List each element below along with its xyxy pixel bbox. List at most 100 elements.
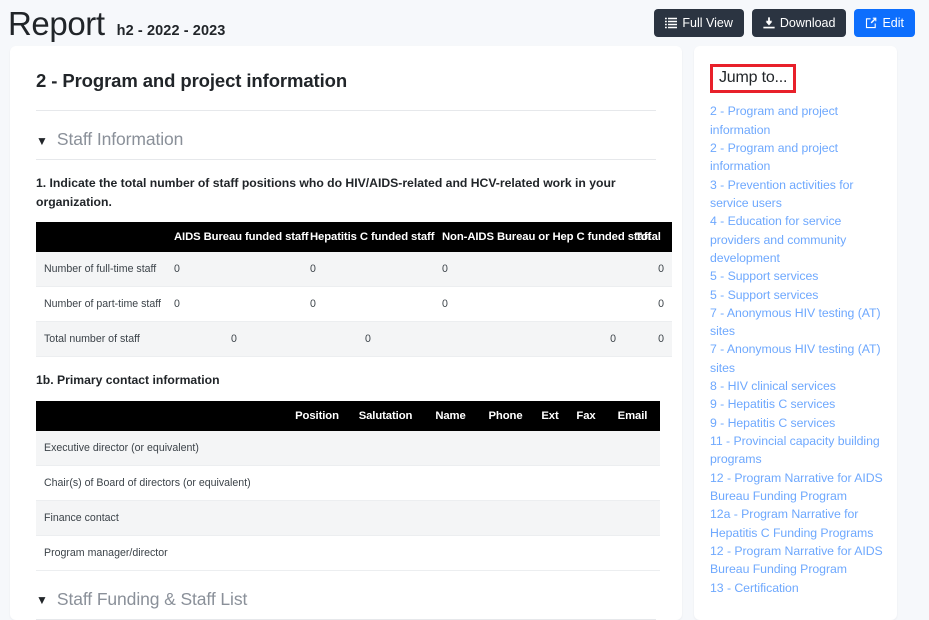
- full-view-button-label: Full View: [682, 15, 733, 30]
- accordion-divider: [36, 159, 656, 160]
- table-row: Number of full-time staff 0 0 0 0: [36, 252, 672, 288]
- cell-value: 0: [166, 252, 302, 288]
- download-icon: [763, 17, 775, 29]
- jump-to-heading: Jump to...: [719, 69, 788, 86]
- cell-value: [533, 535, 567, 571]
- column-header: Position: [286, 400, 348, 431]
- table-row: Number of part-time staff 0 0 0 0: [36, 286, 672, 323]
- cell-value: [533, 465, 567, 501]
- cell-value: [478, 465, 533, 501]
- report-section-title: 2 - Program and project information: [36, 70, 348, 91]
- section-divider: [36, 110, 656, 111]
- jump-link[interactable]: 7 - Anonymous HIV testing (AT) sites: [710, 340, 885, 377]
- column-header: [36, 400, 286, 431]
- row-label: Number of full-time staff: [36, 252, 166, 288]
- table-header-row: Position Salutation Name Phone Ext Fax E…: [36, 400, 660, 431]
- page-layout: 2 - Program and project information ▼ St…: [0, 46, 929, 620]
- cell-value: [567, 500, 605, 536]
- cell-value: 0: [434, 321, 624, 358]
- jump-link[interactable]: 13 - Certification: [710, 579, 885, 597]
- download-button[interactable]: Download: [751, 8, 847, 38]
- jump-link[interactable]: 9 - Hepatitis C services: [710, 395, 885, 413]
- cell-value: [605, 465, 660, 501]
- jump-link[interactable]: 12 - Program Narrative for AIDS Bureau F…: [710, 542, 885, 579]
- cell-value: 0: [434, 286, 624, 323]
- cell-value: [605, 500, 660, 536]
- cell-value: 0: [624, 286, 672, 323]
- column-header: Hepatitis C funded staff: [302, 222, 434, 253]
- column-header: Ext: [533, 400, 567, 431]
- accordion-staff-information-label: Staff Information: [56, 129, 184, 149]
- accordion-staff-information[interactable]: ▼ Staff Information: [36, 129, 656, 150]
- top-bar: Report h2 - 2022 - 2023 Full View Downlo…: [0, 0, 929, 46]
- jump-link[interactable]: 5 - Support services: [710, 286, 885, 304]
- jump-link[interactable]: 4 - Education for service providers and …: [710, 212, 885, 267]
- row-label: Total number of staff: [36, 321, 166, 358]
- table-row: Finance contact: [36, 500, 660, 536]
- column-header: Name: [423, 400, 478, 431]
- cell-value: [478, 500, 533, 536]
- jump-link[interactable]: 12 - Program Narrative for AIDS Bureau F…: [710, 469, 885, 506]
- cell-value: [286, 500, 348, 536]
- cell-value: [286, 535, 348, 571]
- accordion-divider: [36, 618, 656, 620]
- cell-value: [533, 500, 567, 536]
- report-content-card: 2 - Program and project information ▼ St…: [10, 46, 682, 620]
- title-group: Report h2 - 2022 - 2023: [8, 7, 225, 40]
- jump-link[interactable]: 9 - Hepatitis C services: [710, 414, 885, 432]
- cell-value: [423, 535, 478, 571]
- jump-link[interactable]: 7 - Anonymous HIV testing (AT) sites: [710, 304, 885, 341]
- jump-link[interactable]: 5 - Support services: [710, 267, 885, 285]
- row-label: Finance contact: [36, 500, 286, 536]
- column-header: Email: [605, 400, 660, 431]
- cell-value: [567, 465, 605, 501]
- row-label: Number of part-time staff: [36, 286, 166, 323]
- top-bar-actions: Full View Download Edit: [654, 8, 915, 38]
- column-header: Fax: [567, 400, 605, 431]
- cell-value: [567, 535, 605, 571]
- cell-value: 0: [434, 252, 624, 288]
- cell-value: [533, 430, 567, 466]
- cell-value: 0: [624, 252, 672, 288]
- jump-link[interactable]: 2 - Program and project information: [710, 102, 885, 139]
- cell-value: 0: [166, 286, 302, 323]
- table-row: Program manager/director: [36, 535, 660, 571]
- question-1-text: 1. Indicate the total number of staff po…: [36, 176, 616, 209]
- cell-value: [423, 465, 478, 501]
- table-row: Total number of staff 0 0 0 0: [36, 321, 672, 358]
- row-label: Executive director (or equivalent): [36, 430, 286, 466]
- row-label: Program manager/director: [36, 535, 286, 571]
- cell-value: [605, 430, 660, 466]
- edit-pencil-icon: [865, 17, 877, 29]
- accordion-staff-funding-and-staff-list[interactable]: ▼ Staff Funding & Staff List: [36, 589, 656, 610]
- cell-value: [286, 430, 348, 466]
- edit-button-label: Edit: [882, 15, 904, 30]
- full-view-button[interactable]: Full View: [654, 8, 744, 38]
- cell-value: 0: [302, 321, 434, 358]
- column-header: Non-AIDS Bureau or Hep C funded staff: [434, 222, 651, 253]
- cell-value: 0: [166, 321, 302, 358]
- accordion-staff-funding-and-staff-list-label: Staff Funding & Staff List: [56, 588, 248, 609]
- list-view-icon: [665, 17, 678, 29]
- jump-to-heading-highlight: Jump to...: [710, 64, 797, 94]
- jump-link[interactable]: 11 - Provincial capacity building progra…: [710, 432, 885, 469]
- column-header: [36, 222, 166, 253]
- column-header: Salutation: [348, 400, 423, 431]
- report-period-label: h2 - 2022 - 2023: [116, 22, 226, 39]
- cell-value: 0: [302, 252, 434, 288]
- edit-button[interactable]: Edit: [854, 8, 915, 38]
- cell-value: [423, 500, 478, 536]
- cell-value: [423, 430, 478, 466]
- jump-link[interactable]: 12a - Program Narrative for Hepatitis C …: [710, 505, 885, 542]
- jump-link[interactable]: 8 - HIV clinical services: [710, 377, 885, 395]
- column-header: Phone: [478, 400, 533, 431]
- table-row: Chair(s) of Board of directors (or equiv…: [36, 465, 660, 501]
- cell-value: [478, 535, 533, 571]
- cell-value: [348, 535, 423, 571]
- jump-link[interactable]: 2 - Program and project information: [710, 139, 885, 176]
- jump-to-card: Jump to... 2 - Program and project infor…: [694, 46, 897, 620]
- jump-to-link-list: 2 - Program and project information 2 - …: [710, 102, 885, 596]
- jump-link[interactable]: 3 - Prevention activities for service us…: [710, 176, 885, 213]
- cell-value: [348, 430, 423, 466]
- cell-value: 0: [624, 321, 672, 358]
